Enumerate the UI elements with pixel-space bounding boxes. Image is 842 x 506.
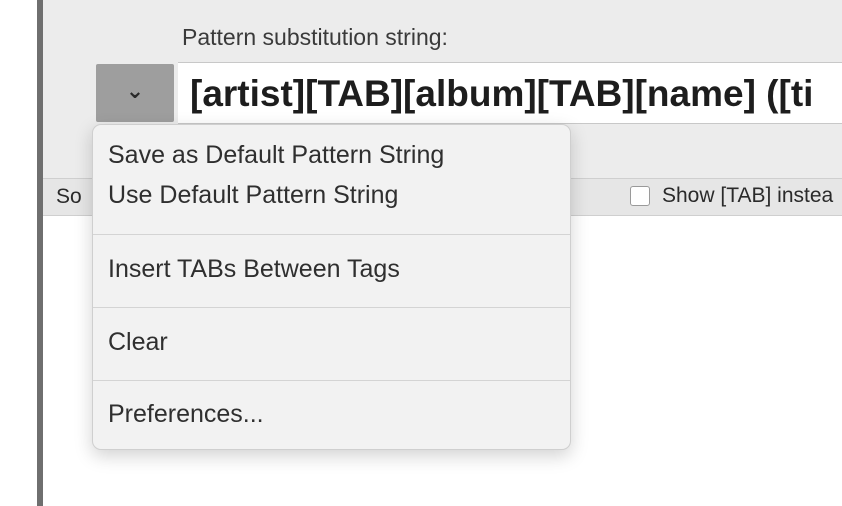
menu-separator bbox=[93, 307, 570, 308]
show-tab-label[interactable]: Show [TAB] instea bbox=[662, 184, 833, 208]
menu-item-preferences[interactable]: Preferences... bbox=[108, 400, 264, 429]
menu-separator bbox=[93, 234, 570, 235]
window-left-edge bbox=[0, 0, 38, 506]
menu-item-save-default[interactable]: Save as Default Pattern String bbox=[108, 141, 444, 170]
pattern-string-field[interactable]: [artist][TAB][album][TAB][name] ([ti bbox=[178, 62, 842, 124]
menu-item-clear[interactable]: Clear bbox=[108, 328, 168, 357]
sort-label[interactable]: So bbox=[56, 185, 82, 209]
pattern-menu-button[interactable]: ⌄ bbox=[96, 64, 174, 122]
chevron-down-icon: ⌄ bbox=[125, 78, 145, 103]
pattern-string-value: [artist][TAB][album][TAB][name] ([ti bbox=[190, 73, 814, 114]
show-tab-checkbox[interactable] bbox=[630, 186, 650, 206]
pattern-popup-menu: Save as Default Pattern String Use Defau… bbox=[92, 124, 571, 450]
pattern-substitution-label: Pattern substitution string: bbox=[182, 24, 448, 50]
menu-item-insert-tabs[interactable]: Insert TABs Between Tags bbox=[108, 255, 400, 284]
menu-item-use-default[interactable]: Use Default Pattern String bbox=[108, 181, 398, 210]
menu-separator bbox=[93, 380, 570, 381]
